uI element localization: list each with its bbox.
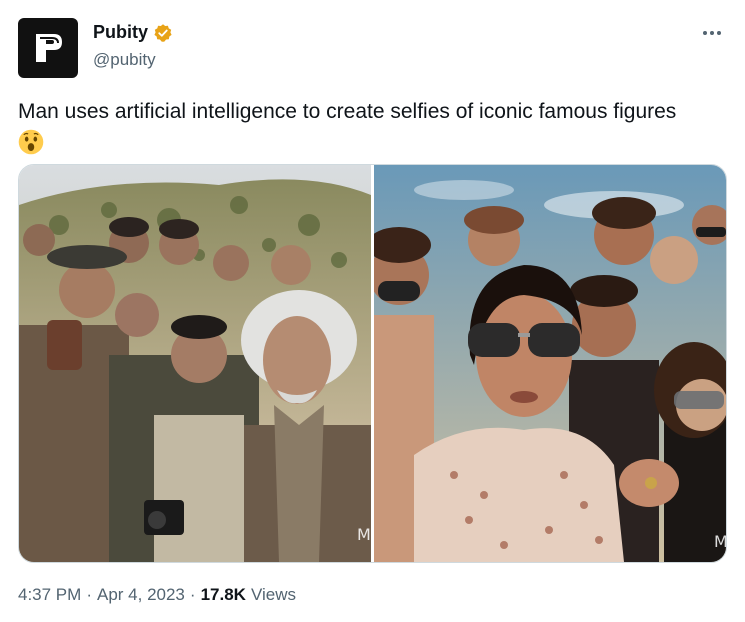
svg-text:M: M <box>714 532 726 551</box>
more-options-button[interactable] <box>699 22 725 44</box>
more-dot <box>710 31 714 35</box>
more-dot <box>717 31 721 35</box>
more-horizontal-icon <box>703 31 707 35</box>
tweet-meta: 4:37 PM · Apr 4, 2023 · 17.8K Views <box>18 585 296 605</box>
author-name-row[interactable]: Pubity <box>93 22 173 43</box>
author-name[interactable]: Pubity <box>93 22 148 43</box>
views-label: Views <box>250 585 296 604</box>
tweet-time[interactable]: 4:37 PM <box>18 585 81 605</box>
tweet-date[interactable]: Apr 4, 2023 <box>97 585 185 605</box>
media-grid: M <box>18 164 727 563</box>
astonished-face-emoji <box>18 129 44 155</box>
tweet-text-block: Man uses artificial intelligence to crea… <box>18 98 718 155</box>
verified-badge-icon <box>154 23 172 42</box>
views-count: 17.8K <box>200 585 246 604</box>
meta-separator: · <box>86 585 92 604</box>
author-handle[interactable]: @pubity <box>93 50 156 70</box>
svg-text:M: M <box>357 525 371 544</box>
elvis-selfie-image: M <box>374 165 726 562</box>
avatar[interactable] <box>18 18 78 78</box>
tweet-text: Man uses artificial intelligence to crea… <box>18 100 677 123</box>
pubity-logo-icon <box>36 34 62 62</box>
einstein-selfie-image: M <box>19 165 371 562</box>
meta-separator: · <box>189 585 196 604</box>
photo-right[interactable]: M <box>374 165 726 562</box>
photo-left[interactable]: M <box>19 165 371 562</box>
